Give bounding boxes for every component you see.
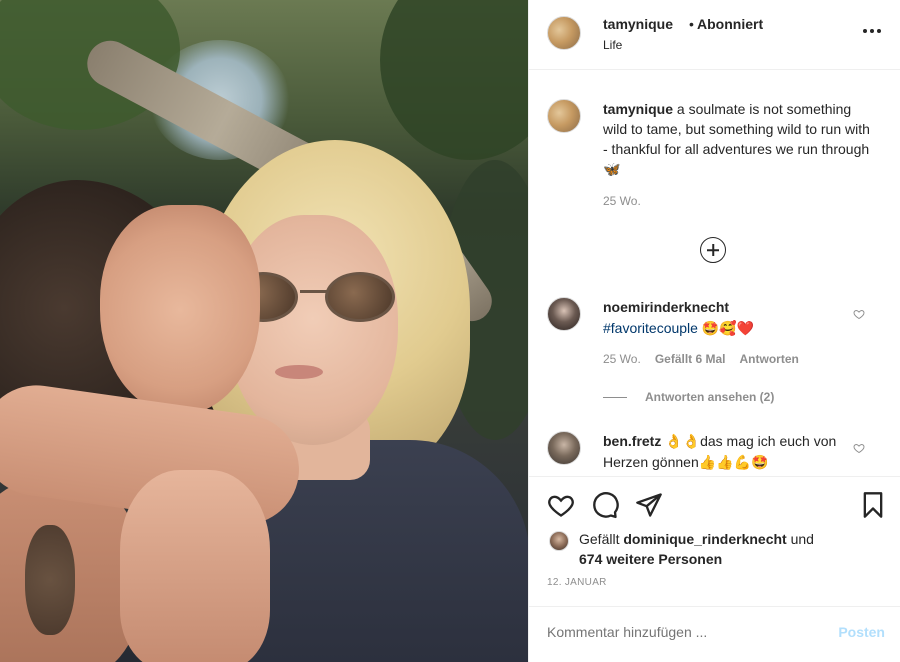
post-actions: Gefällt dominique_rinderknecht und 674 w…: [529, 476, 900, 606]
comment-likes-count[interactable]: Gefällt 6 Mal: [655, 352, 726, 366]
caption-time[interactable]: 25 Wo.: [603, 194, 641, 208]
share-paper-plane-icon[interactable]: [635, 491, 663, 519]
author-username[interactable]: tamynique: [603, 16, 673, 32]
more-options-icon[interactable]: [862, 22, 884, 42]
comment-like-heart-icon[interactable]: [853, 442, 865, 454]
post-side-panel: tamynique • Abonniert Life tamynique a s…: [528, 0, 900, 662]
add-comment-bar: Posten: [529, 606, 900, 662]
comment-item: noemirinderknecht #favoritecouple 🤩🥰❤️: [603, 297, 843, 339]
follow-status-button[interactable]: Abonniert: [697, 16, 763, 32]
header-separator: •: [689, 16, 694, 32]
comment-meta: 25 Wo. Gefällt 6 Mal Antworten: [603, 352, 799, 366]
replies-divider: [603, 396, 627, 398]
post-date[interactable]: 12. JANUAR: [547, 577, 607, 588]
post-location[interactable]: Life: [603, 38, 622, 52]
comment-reply-button[interactable]: Antworten: [740, 352, 799, 366]
comment-username[interactable]: noemirinderknecht: [603, 299, 729, 315]
comment-time[interactable]: 25 Wo.: [603, 352, 641, 366]
comment-item: ben.fretz 👌👌das mag ich euch von Herzen …: [603, 431, 843, 473]
comment-hashtag[interactable]: #favoritecouple: [603, 320, 698, 336]
likes-others-link[interactable]: 674 weitere Personen: [579, 551, 722, 567]
comment-avatar[interactable]: [547, 297, 581, 331]
view-replies-button[interactable]: Antworten ansehen (2): [603, 390, 774, 404]
comment-input[interactable]: [547, 624, 807, 640]
shoulder-tattoo: [25, 525, 75, 635]
comment-username[interactable]: ben.fretz: [603, 433, 661, 449]
comment-like-heart-icon[interactable]: [853, 308, 865, 320]
liker-avatar[interactable]: [549, 531, 569, 551]
liker-username[interactable]: dominique_rinderknecht: [623, 531, 786, 547]
sunglasses-right-lens: [325, 272, 395, 322]
likes-conjunction: und: [790, 531, 814, 547]
person-left-hand: [120, 470, 270, 662]
person-left-face: [100, 205, 260, 415]
comment-bubble-icon[interactable]: [591, 491, 619, 519]
likes-prefix: Gefällt: [579, 531, 620, 547]
photo-foliage: [380, 0, 528, 160]
post-photo[interactable]: [0, 0, 528, 662]
load-more-comments-icon[interactable]: [700, 237, 726, 263]
caption-username[interactable]: tamynique: [603, 101, 673, 117]
like-heart-icon[interactable]: [547, 491, 575, 519]
author-avatar[interactable]: [547, 16, 581, 50]
sunglasses-bridge: [300, 290, 328, 293]
post-comment-button[interactable]: Posten: [838, 624, 885, 640]
comment-text: 🤩🥰❤️: [701, 320, 755, 336]
person-right-lips: [275, 365, 323, 379]
post-header: tamynique • Abonniert Life: [529, 0, 900, 70]
post-caption: tamynique a soulmate is not something wi…: [603, 99, 873, 179]
save-bookmark-icon[interactable]: [859, 491, 887, 519]
view-replies-label[interactable]: Antworten ansehen (2): [645, 390, 774, 404]
caption-avatar[interactable]: [547, 99, 581, 133]
comments-list[interactable]: tamynique a soulmate is not something wi…: [529, 71, 900, 476]
likes-summary: Gefällt dominique_rinderknecht und 674 w…: [579, 529, 839, 569]
comment-avatar[interactable]: [547, 431, 581, 465]
